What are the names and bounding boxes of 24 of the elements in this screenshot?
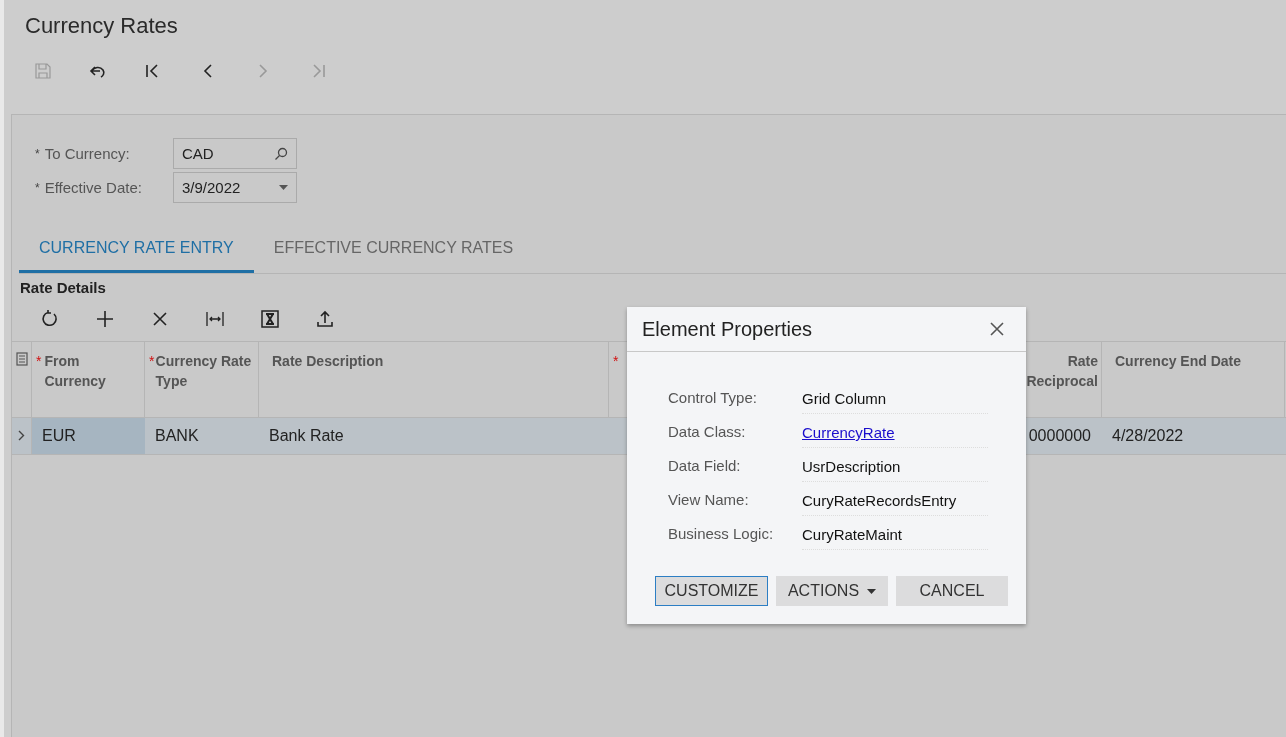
required-mark: * [36, 352, 43, 371]
table-cell: 0000000 [1028, 427, 1091, 445]
property-label: Data Field: [668, 457, 742, 476]
table-cell: EUR [42, 427, 76, 445]
property-value: CuryRateRecordsEntry [802, 492, 957, 509]
required-mark: * [149, 352, 156, 371]
property-label: View Name: [668, 491, 750, 510]
required-mark: * [35, 146, 40, 161]
property-value: UsrDescription [802, 458, 901, 475]
dialog-title: Element Properties [642, 317, 813, 341]
property-value: CuryRateMaint [802, 526, 903, 543]
table-cell: Bank Rate [269, 427, 344, 445]
table-cell: BANK [155, 427, 199, 445]
required-mark: * [35, 180, 40, 195]
property-value: Grid Column [802, 390, 887, 407]
field-label: To Currency: [44, 145, 130, 162]
table-cell: 4/28/2022 [1112, 427, 1184, 445]
property-label: Control Type: [668, 389, 758, 408]
property-label: Data Class: [668, 423, 747, 442]
required-mark: * [613, 352, 620, 371]
property-label: Business Logic: [668, 525, 775, 544]
page-title: Currency Rates [24, 12, 179, 40]
field-label: Effective Date: [44, 179, 142, 196]
section-title: Rate Details [19, 278, 107, 298]
